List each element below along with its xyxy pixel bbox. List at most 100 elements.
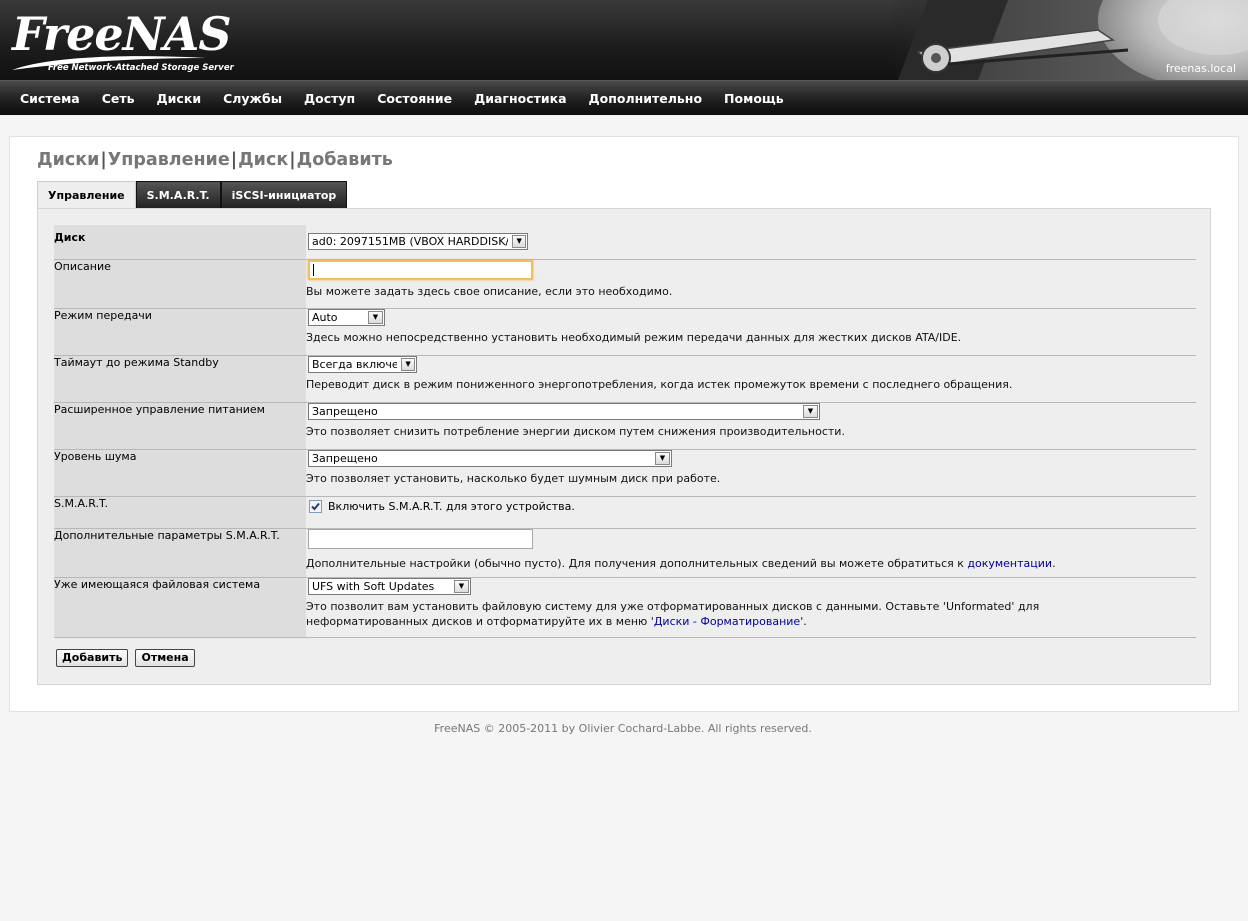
- nav-item-services[interactable]: Службы: [212, 91, 293, 106]
- standby-select[interactable]: Всегда включен ▼: [308, 355, 417, 373]
- filesystem-select[interactable]: UFS with Soft Updates ▼: [308, 577, 471, 595]
- hostname-label: freenas.local: [1165, 62, 1236, 75]
- disk-select-value: ad0: 2097151MB (VBOX HARDDISK/1.0): [312, 235, 509, 248]
- form-value-cell: Включить S.M.A.R.T. для этого устройства…: [306, 496, 1196, 529]
- form-row-power-management: Расширенное управление питанием Запрещен…: [54, 402, 1196, 450]
- transfer-mode-label: Режим передачи: [54, 308, 152, 322]
- main-menu: Система Сеть Диски Службы Доступ Состоян…: [0, 80, 1248, 115]
- form-label-cell: Описание: [54, 259, 306, 309]
- disk-form-table: Диск ad0: 2097151MB (VBOX HARDDISK/1.0) …: [54, 225, 1196, 638]
- chevron-down-icon: ▼: [401, 357, 415, 371]
- nav-item-advanced[interactable]: Дополнительно: [578, 91, 714, 106]
- description-hint: Вы можете задать здесь свое описание, ес…: [306, 284, 673, 298]
- form-label-cell: Режим передачи: [54, 308, 306, 356]
- tab-iscsi-initiator[interactable]: iSCSI-инициатор: [220, 181, 348, 208]
- freenas-logo[interactable]: FreeNAS Free Network-Attached Storage Se…: [10, 8, 234, 76]
- form-label-cell: Уже имеющаяся файловая система: [54, 577, 306, 638]
- standby-hint: Переводит диск в режим пониженного энерг…: [306, 377, 1013, 391]
- footer-copyright: FreeNAS © 2005-2011 by Olivier Cochard-L…: [434, 722, 812, 735]
- form-value-cell: Вы можете задать здесь свое описание, ес…: [306, 259, 1196, 309]
- form-value-cell: Auto ▼ Здесь можно непосредственно устан…: [306, 308, 1196, 356]
- form-row-transfer-mode: Режим передачи Auto ▼ Здесь можно непоср…: [54, 308, 1196, 356]
- form-label-cell: Дополнительные параметры S.M.A.R.T.: [54, 528, 306, 578]
- content-frame: Диски|Управление|Диск|Добавить Управлени…: [9, 136, 1239, 712]
- form-buttons: Добавить Отмена: [56, 649, 195, 667]
- form-row-smart: S.M.A.R.T. Включить S.M.A.R.T. для этого…: [54, 496, 1196, 529]
- form-value-cell: Запрещено ▼ Это позволяет снизить потреб…: [306, 402, 1196, 450]
- filesystem-hint-end: '.: [800, 614, 807, 628]
- breadcrumb-management: Управление: [107, 150, 230, 170]
- chevron-down-icon: ▼: [803, 404, 818, 418]
- smart-checkbox-label[interactable]: Включить S.M.A.R.T. для этого устройства…: [328, 500, 575, 513]
- noise-level-label: Уровень шума: [54, 449, 137, 463]
- form-row-smart-extra: Дополнительные параметры S.M.A.R.T. Допо…: [54, 528, 1196, 578]
- standby-select-value: Всегда включен: [312, 357, 398, 371]
- form-label-cell: Таймаут до режима Standby: [54, 355, 306, 403]
- noise-level-select[interactable]: Запрещено ▼: [308, 449, 672, 467]
- tab-smart[interactable]: S.M.A.R.T.: [135, 181, 221, 208]
- form-label-cell: Уровень шума: [54, 449, 306, 497]
- form-value-cell: ad0: 2097151MB (VBOX HARDDISK/1.0) ▼: [306, 225, 1196, 260]
- transfer-mode-select[interactable]: Auto ▼: [308, 308, 385, 326]
- filesystem-select-value: UFS with Soft Updates: [312, 579, 435, 593]
- breadcrumb-add: Добавить: [296, 150, 393, 170]
- nav-item-network[interactable]: Сеть: [91, 91, 146, 106]
- transfer-mode-select-value: Auto: [312, 310, 338, 324]
- form-label-cell: S.M.A.R.T.: [54, 496, 306, 529]
- power-management-hint: Это позволяет снизить потребление энерги…: [306, 424, 845, 438]
- breadcrumb-separator: |: [230, 150, 238, 170]
- disk-select[interactable]: ad0: 2097151MB (VBOX HARDDISK/1.0) ▼: [308, 233, 528, 250]
- filesystem-hint: Это позволит вам установить файловую сис…: [306, 599, 1126, 629]
- smart-extra-hint-end: .: [1052, 556, 1056, 570]
- header-banner: FreeNAS Free Network-Attached Storage Se…: [0, 0, 1248, 80]
- description-input[interactable]: [308, 259, 533, 280]
- form-row-disk: Диск ad0: 2097151MB (VBOX HARDDISK/1.0) …: [54, 225, 1196, 260]
- form-row-standby: Таймаут до режима Standby Всегда включен…: [54, 355, 1196, 403]
- nav-item-system[interactable]: Система: [9, 91, 91, 106]
- logo-subtitle: Free Network-Attached Storage Server: [48, 63, 234, 73]
- tab-bar: Управление S.M.A.R.T. iSCSI-инициатор: [37, 181, 348, 208]
- tab-management[interactable]: Управление: [37, 181, 136, 208]
- noise-level-hint: Это позволяет установить, насколько буде…: [306, 471, 721, 485]
- standby-label: Таймаут до режима Standby: [54, 355, 219, 369]
- filesystem-label: Уже имеющаяся файловая система: [54, 577, 261, 591]
- form-panel: Диск ad0: 2097151MB (VBOX HARDDISK/1.0) …: [37, 208, 1211, 685]
- nav-item-diagnostics[interactable]: Диагностика: [463, 91, 577, 106]
- power-management-label: Расширенное управление питанием: [54, 402, 265, 416]
- smart-extra-input[interactable]: [308, 528, 533, 549]
- form-value-cell: Всегда включен ▼ Переводит диск в режим …: [306, 355, 1196, 403]
- power-management-select[interactable]: Запрещено ▼: [308, 402, 820, 420]
- documentation-link[interactable]: документации: [967, 557, 1052, 570]
- form-row-description: Описание Вы можете задать здесь свое опи…: [54, 259, 1196, 309]
- chevron-down-icon: ▼: [512, 235, 526, 248]
- disk-format-link[interactable]: Диски - Форматирование: [654, 615, 800, 628]
- smart-enable-checkbox[interactable]: [309, 499, 322, 513]
- nav-item-help[interactable]: Помощь: [713, 91, 795, 106]
- chevron-down-icon: ▼: [655, 451, 670, 465]
- add-button[interactable]: Добавить: [56, 649, 129, 667]
- smart-checkbox-row: Включить S.M.A.R.T. для этого устройства…: [309, 499, 1196, 513]
- smart-extra-hint-text: Дополнительные настройки (обычно пусто).…: [306, 556, 968, 570]
- chevron-down-icon: ▼: [454, 579, 469, 593]
- transfer-mode-hint: Здесь можно непосредственно установить н…: [306, 330, 962, 344]
- form-row-filesystem: Уже имеющаяся файловая система UFS with …: [54, 577, 1196, 638]
- form-row-noise-level: Уровень шума Запрещено ▼ Это позволяет у…: [54, 449, 1196, 497]
- breadcrumb-separator: |: [100, 150, 107, 170]
- nav-item-status[interactable]: Состояние: [366, 91, 463, 106]
- page-title: Диски|Управление|Диск|Добавить: [37, 150, 393, 170]
- smart-extra-label: Дополнительные параметры S.M.A.R.T.: [54, 528, 280, 542]
- breadcrumb-disks: Диски: [37, 150, 100, 170]
- form-value-cell: Дополнительные настройки (обычно пусто).…: [306, 528, 1196, 578]
- power-management-select-value: Запрещено: [312, 404, 378, 418]
- form-value-cell: Запрещено ▼ Это позволяет установить, на…: [306, 449, 1196, 497]
- cancel-button[interactable]: Отмена: [135, 649, 195, 667]
- smart-label: S.M.A.R.T.: [54, 496, 108, 510]
- smart-extra-hint: Дополнительные настройки (обычно пусто).…: [306, 556, 1196, 571]
- chevron-down-icon: ▼: [368, 310, 383, 324]
- breadcrumb-separator: |: [289, 150, 296, 170]
- text-cursor: [313, 263, 314, 276]
- nav-item-disks[interactable]: Диски: [146, 91, 213, 106]
- nav-item-access[interactable]: Доступ: [293, 91, 366, 106]
- form-value-cell: UFS with Soft Updates ▼ Это позволит вам…: [306, 577, 1196, 638]
- breadcrumb-disk: Диск: [238, 150, 289, 170]
